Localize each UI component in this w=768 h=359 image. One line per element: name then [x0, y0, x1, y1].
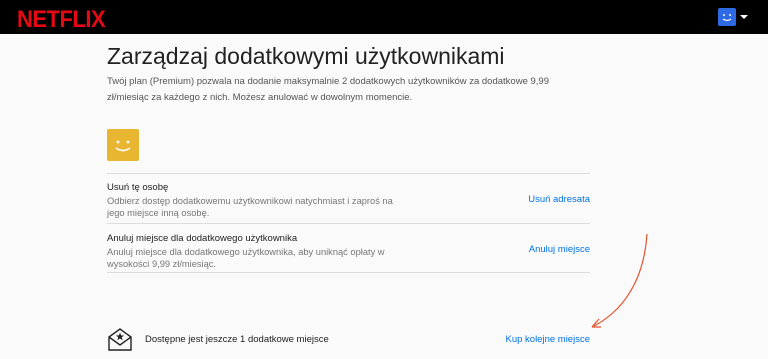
page-title: Zarządzaj dodatkowymi użytkownikami [107, 43, 505, 69]
arrow-annotation-icon [591, 233, 648, 328]
page-description: Twój plan (Premium) pozwala na dodanie m… [107, 76, 549, 103]
envelope-star-icon [108, 328, 132, 351]
divider [107, 272, 590, 273]
top-bar: NETFLIX [0, 0, 768, 34]
remove-user-row: Usuń tę osobę Odbierz dostęp dodatkowemu… [107, 173, 590, 224]
extra-slot-row: Dostępne jest jeszcze 1 dodatkowe miejsc… [107, 326, 590, 354]
extra-slot-text: Dostępne jest jeszcze 1 dodatkowe miejsc… [145, 334, 329, 345]
cancel-slot-row: Anuluj miejsce dla dodatkowego użytkowni… [107, 223, 590, 273]
profile-avatar [107, 129, 139, 161]
remove-user-title: Usuń tę osobę [107, 182, 169, 193]
caret-down-icon[interactable] [740, 15, 748, 19]
cancel-slot-description: Anuluj miejsce dla dodatkowego użytkowni… [107, 247, 385, 269]
profile-avatar-icon[interactable] [718, 8, 736, 26]
remove-user-description: Odbierz dostęp dodatkowemu użytkownikowi… [107, 196, 393, 218]
smiley-icon [115, 140, 131, 152]
netflix-logo[interactable]: NETFLIX [17, 5, 106, 34]
buy-slot-link[interactable]: Kup kolejne miejsce [506, 334, 591, 345]
cancel-slot-title: Anuluj miejsce dla dodatkowego użytkowni… [107, 233, 298, 244]
remove-recipient-link[interactable]: Usuń adresata [528, 194, 590, 205]
